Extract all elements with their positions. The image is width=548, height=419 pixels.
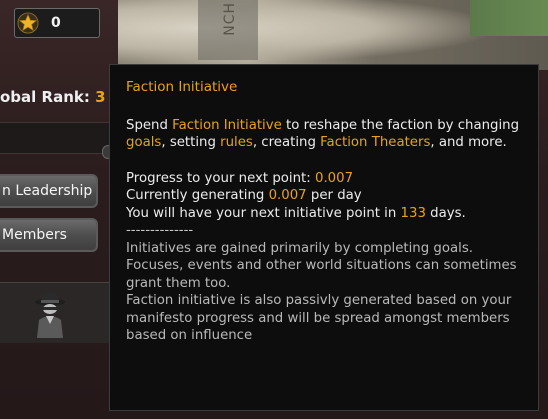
faction-initiative-tooltip: Faction Initiative Spend Faction Initiat… bbox=[109, 64, 539, 411]
spy-icon bbox=[35, 292, 65, 338]
generating-line: Currently generating 0.007 per day bbox=[126, 187, 522, 205]
section-divider bbox=[0, 122, 118, 154]
global-rank-label: obal Rank: bbox=[0, 88, 90, 106]
tooltip-description: Spend Faction Initiative to reshape the … bbox=[126, 117, 522, 152]
members-button-label: Members bbox=[2, 227, 67, 243]
leadership-button-label: n Leadership bbox=[2, 183, 93, 199]
map-region-label: NCH bbox=[222, 2, 238, 36]
next-point-days: 133 bbox=[400, 205, 426, 221]
desc-text: , setting bbox=[161, 135, 221, 150]
score-counter[interactable]: 0 bbox=[14, 8, 100, 38]
next-point-suffix: days. bbox=[425, 205, 466, 221]
global-rank: obal Rank: 3 bbox=[0, 88, 106, 106]
map-region-green bbox=[470, 0, 548, 36]
progress-value: 0.007 bbox=[314, 170, 354, 186]
desc-text: Spend bbox=[126, 117, 173, 133]
next-point-line: You will have your next initiative point… bbox=[126, 205, 522, 223]
desc-text: , creating bbox=[252, 135, 321, 150]
members-button[interactable]: Members bbox=[0, 218, 98, 252]
desc-text: , and more. bbox=[430, 135, 507, 150]
desc-highlight-goals: goals bbox=[126, 135, 162, 150]
generating-label: Currently generating bbox=[126, 188, 269, 203]
tooltip-title: Faction Initiative bbox=[126, 79, 238, 95]
leadership-button[interactable]: n Leadership bbox=[0, 174, 98, 208]
tooltip-info-passive: Faction initiative is also passivly gene… bbox=[126, 293, 512, 343]
desc-highlight-faction-theaters: Faction Theaters bbox=[320, 135, 431, 150]
progress-line: Progress to your next point: 0.007 bbox=[126, 170, 522, 188]
desc-highlight-rules: rules bbox=[220, 135, 253, 150]
desc-highlight-faction-initiative: Faction Initiative bbox=[172, 117, 282, 133]
next-point-label: You will have your next initiative point… bbox=[126, 205, 401, 221]
star-icon bbox=[17, 12, 39, 34]
generating-value: 0.007 bbox=[268, 188, 307, 203]
tooltip-info-initiatives: Initiatives are gained primarily by comp… bbox=[126, 240, 517, 291]
tooltip-separator: -------------- bbox=[126, 223, 194, 238]
progress-label: Progress to your next point: bbox=[126, 170, 315, 186]
global-rank-value: 3 bbox=[95, 88, 106, 106]
score-value: 0 bbox=[51, 15, 61, 31]
desc-text: to reshape the faction by changing bbox=[281, 117, 520, 133]
generating-suffix: per day bbox=[306, 188, 362, 203]
